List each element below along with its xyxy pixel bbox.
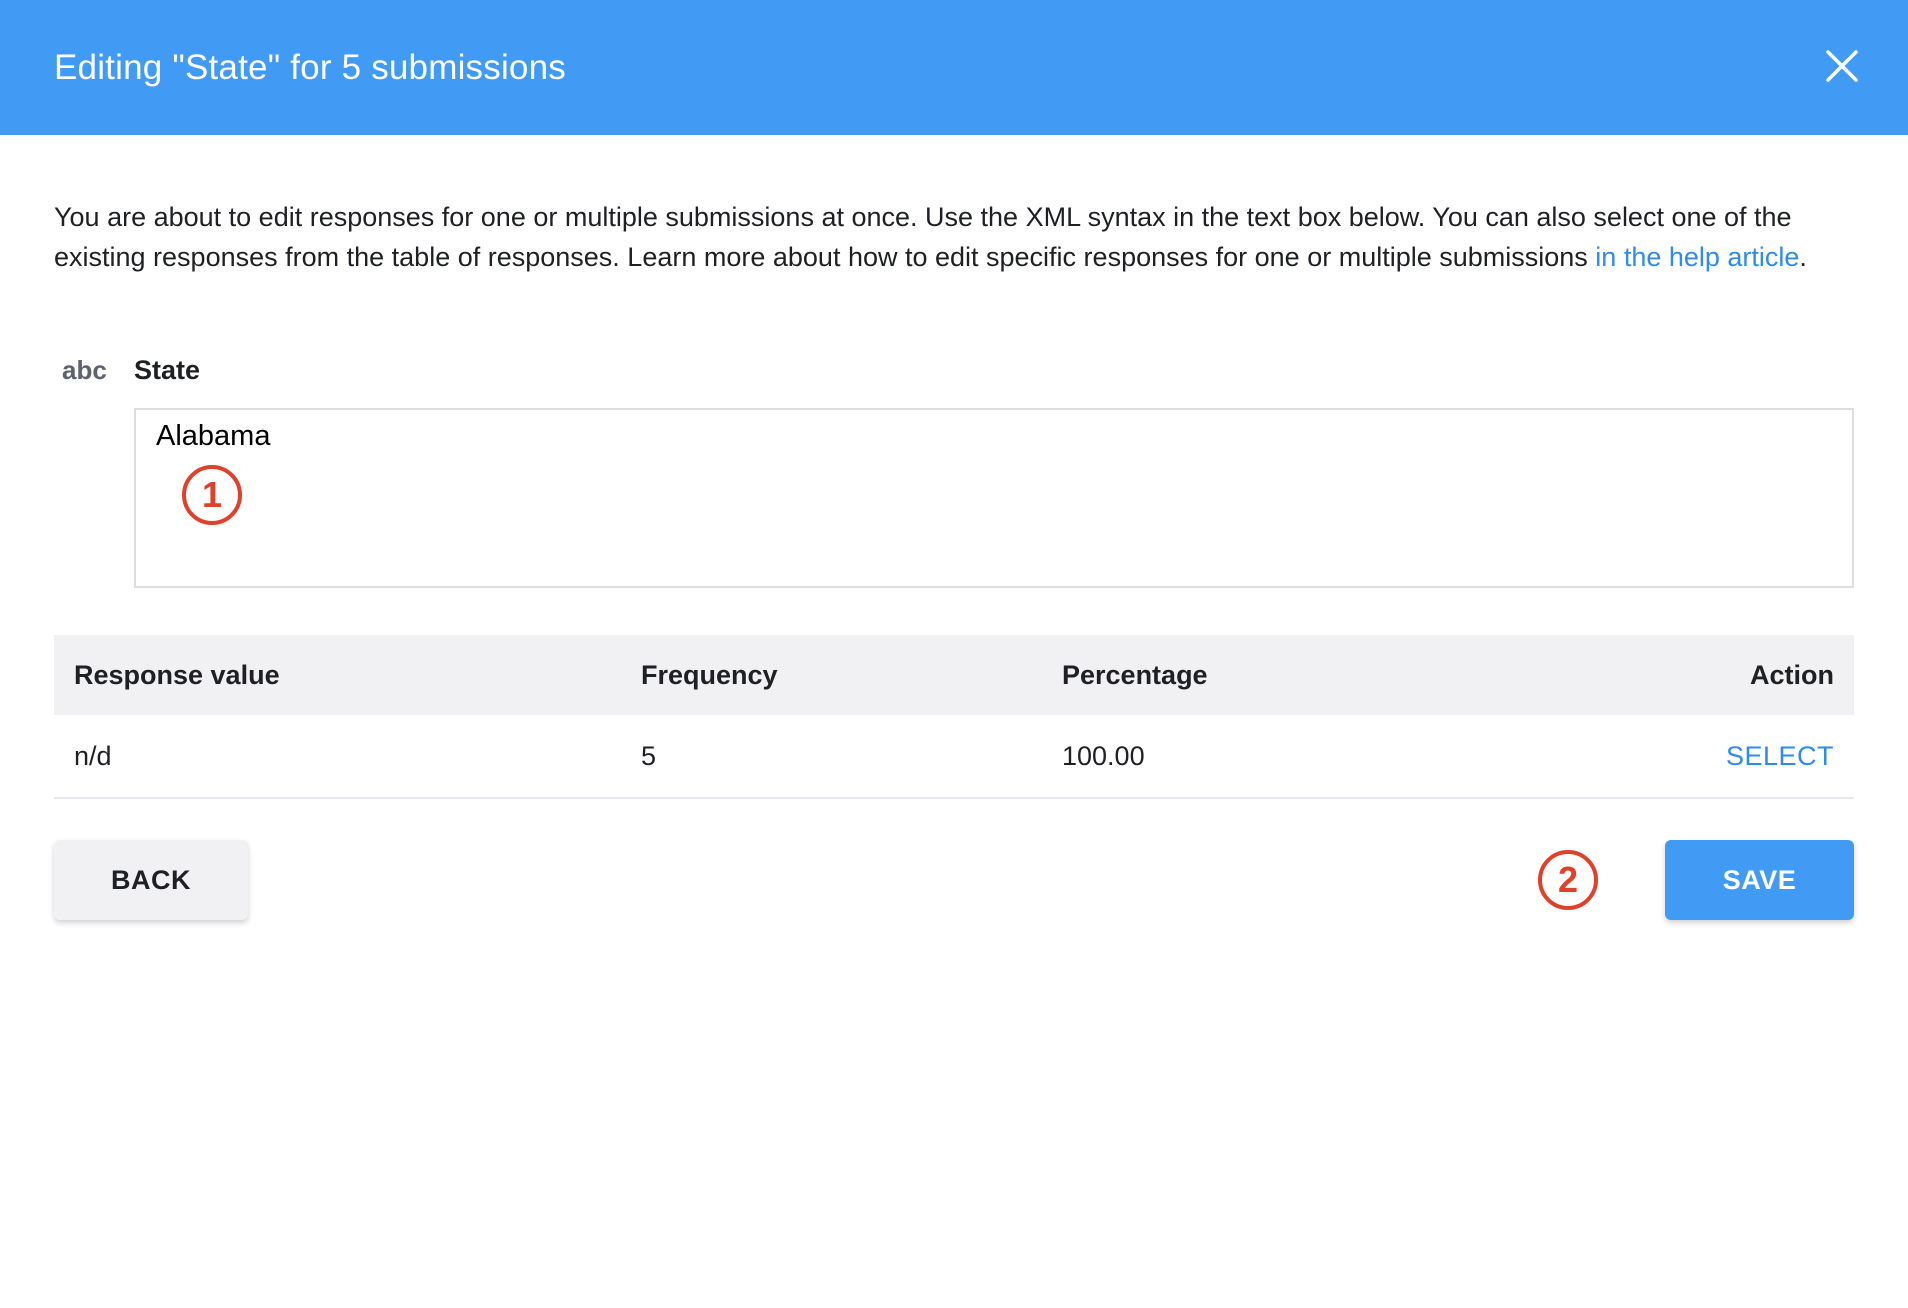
response-input[interactable]: Alabama [134, 408, 1854, 588]
modal-header: Editing "State" for 5 submissions [0, 0, 1908, 135]
cell-frequency: 5 [641, 740, 657, 771]
cell-response-value: n/d [74, 740, 112, 771]
modal-body: You are about to edit responses for one … [54, 135, 1854, 920]
responses-table: Response value Frequency Percentage Acti… [54, 635, 1854, 799]
modal-title: Editing "State" for 5 submissions [54, 47, 566, 87]
table-row: n/d 5 100.00 SELECT [54, 715, 1854, 799]
help-article-link[interactable]: in the help article [1595, 242, 1799, 272]
annotation-badge-1: 1 [182, 465, 242, 525]
header-action: Action [1750, 659, 1834, 690]
cell-percentage: 100.00 [1062, 740, 1145, 771]
header-frequency: Frequency [641, 659, 778, 690]
close-icon[interactable] [1822, 46, 1862, 86]
intro-text: You are about to edit responses for one … [54, 197, 1854, 277]
header-response-value: Response value [74, 659, 280, 690]
question-row: abc State [54, 350, 1854, 390]
cell-action: SELECT [1662, 741, 1854, 772]
save-button[interactable]: SAVE [1665, 840, 1854, 920]
intro-text-end: . [1799, 242, 1807, 272]
intro-text-main: You are about to edit responses for one … [54, 202, 1792, 272]
question-type-label: abc [62, 354, 107, 385]
header-percentage: Percentage [1062, 659, 1208, 690]
select-button[interactable]: SELECT [1726, 741, 1834, 771]
question-label: State [134, 354, 201, 385]
table-header: Response value Frequency Percentage Acti… [54, 635, 1854, 715]
annotation-badge-2: 2 [1538, 850, 1598, 910]
back-button[interactable]: BACK [54, 840, 248, 920]
